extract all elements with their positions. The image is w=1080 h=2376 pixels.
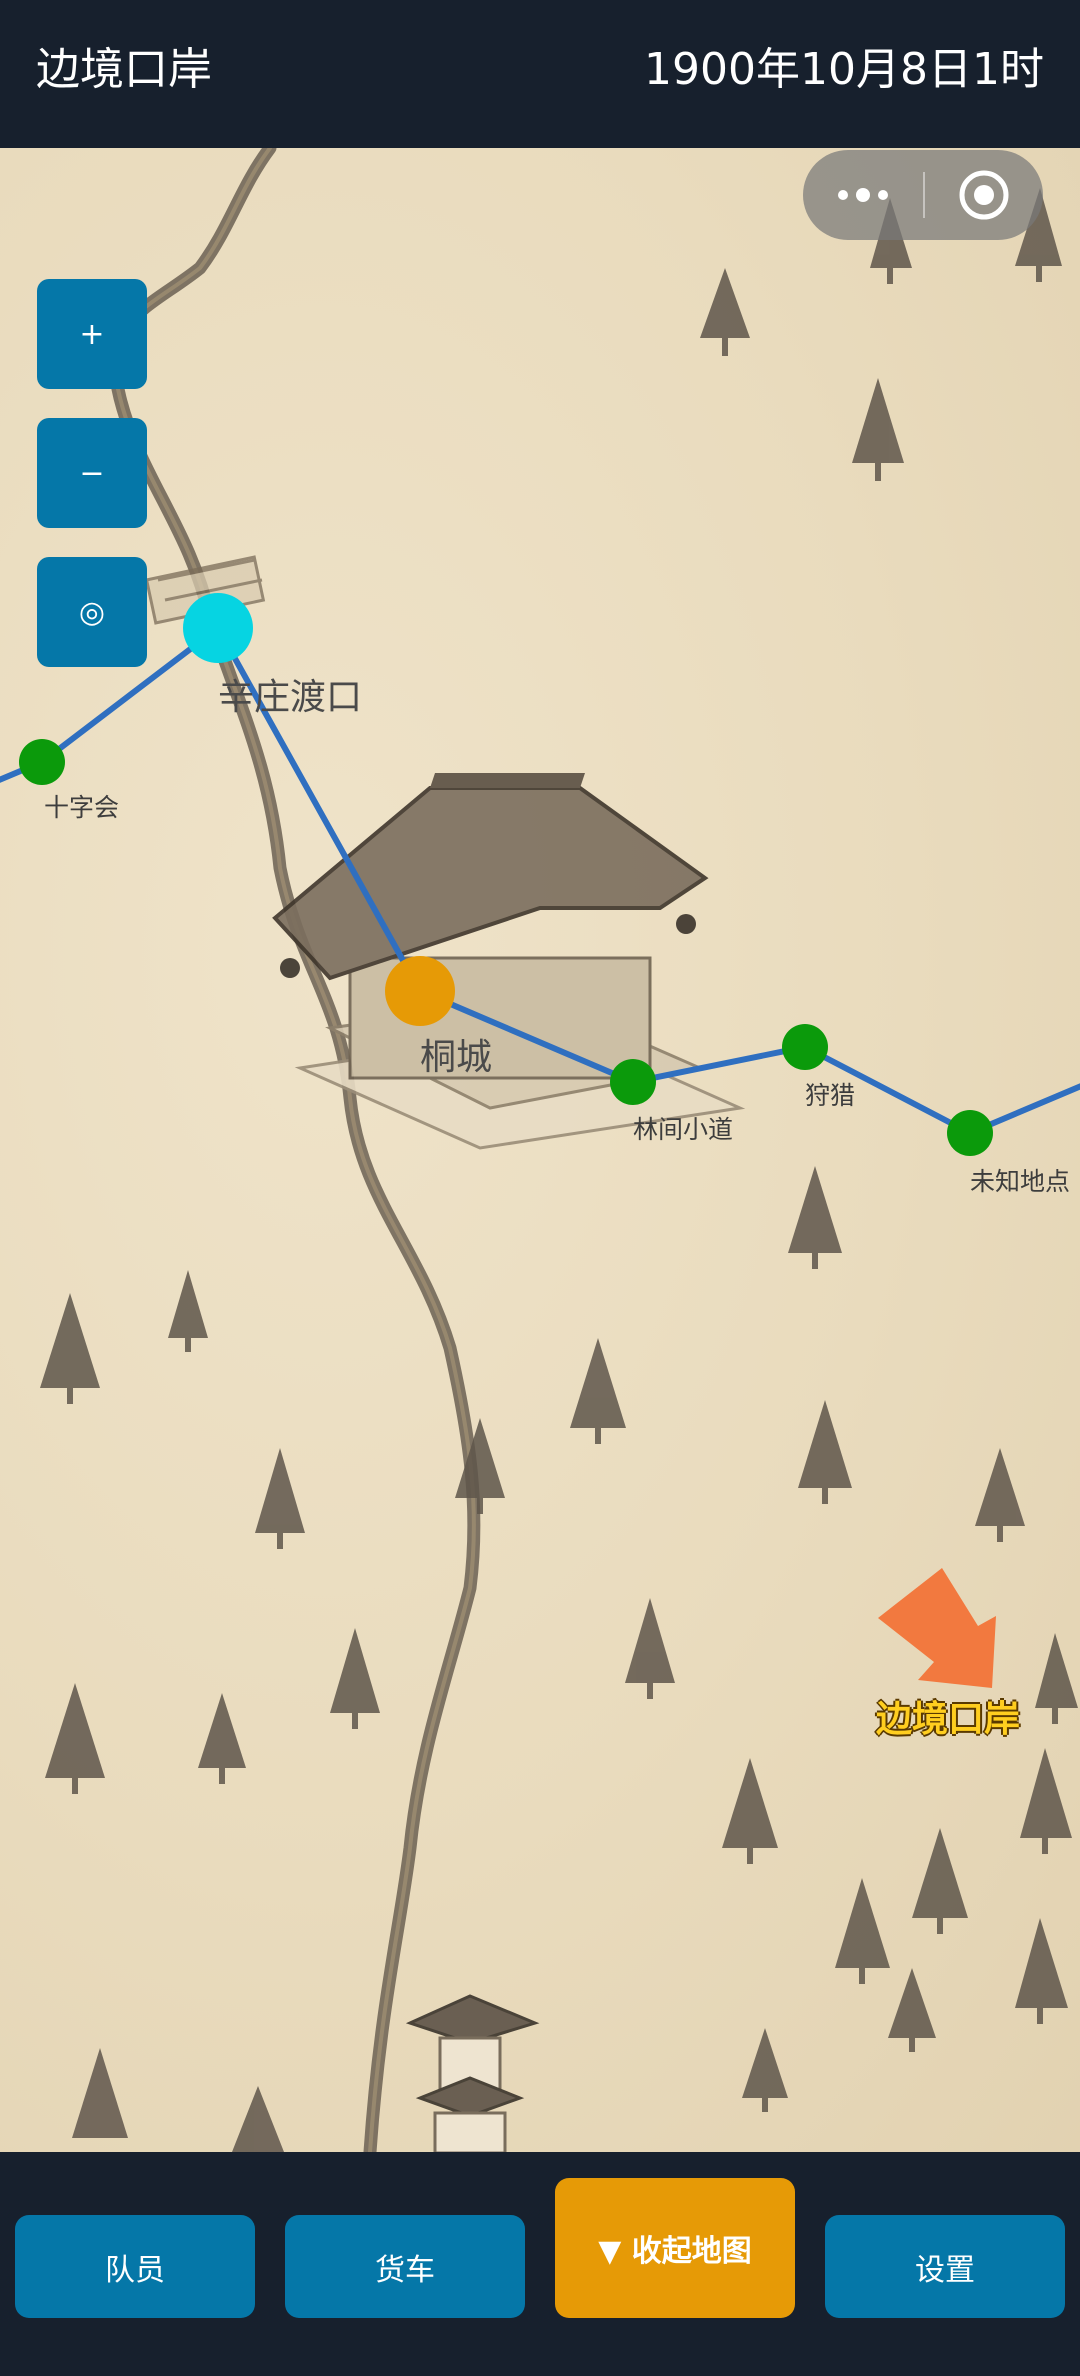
top-bar: 边境口岸 1900年10月8日1时 bbox=[0, 0, 1080, 148]
node-xinzhuang-ferry bbox=[183, 593, 253, 663]
truck-button[interactable]: 货车 bbox=[285, 2215, 525, 2318]
zoom-out-button[interactable]: − bbox=[37, 418, 147, 528]
river-icon bbox=[109, 148, 481, 2152]
game-screen: 边境口岸 1900年10月8日1时 辛庄渡口 十字会 桐城 林间小道 狩猎 未知… bbox=[0, 0, 1080, 2376]
map-artwork bbox=[0, 148, 1080, 2152]
node-forest-path bbox=[610, 1059, 656, 1105]
world-map[interactable]: 辛庄渡口 十字会 桐城 林间小道 狩猎 未知地点 边境口岸 bbox=[0, 148, 1080, 2152]
node-hunting bbox=[782, 1024, 828, 1070]
pagoda-icon bbox=[405, 1994, 540, 2152]
zoom-in-button[interactable]: + bbox=[37, 279, 147, 389]
node-unknown bbox=[947, 1110, 993, 1156]
miniprogram-capsule bbox=[803, 150, 1043, 240]
team-button[interactable]: 队员 bbox=[15, 2215, 255, 2318]
more-dots-icon[interactable] bbox=[803, 150, 923, 240]
destination-label[interactable]: 边境口岸 bbox=[876, 1690, 1020, 1742]
game-datetime: 1900年10月8日1时 bbox=[644, 44, 1044, 95]
settings-button[interactable]: 设置 bbox=[825, 2215, 1065, 2318]
target-circle-icon[interactable] bbox=[925, 150, 1043, 240]
location-title: 边境口岸 bbox=[36, 44, 212, 95]
node-tongcheng bbox=[385, 956, 455, 1026]
node-label-unknown[interactable]: 未知地点 bbox=[970, 1162, 1070, 1198]
destination-arrow-icon bbox=[878, 1568, 996, 1688]
node-label-shizihui[interactable]: 十字会 bbox=[44, 788, 119, 824]
forest-trees bbox=[40, 188, 1078, 2152]
node-shizihui bbox=[19, 739, 65, 785]
collapse-map-button[interactable]: ▼ 收起地图 bbox=[555, 2178, 795, 2318]
node-label-forest-path[interactable]: 林间小道 bbox=[633, 1110, 733, 1146]
node-label-xinzhuang-ferry[interactable]: 辛庄渡口 bbox=[218, 668, 362, 720]
locate-button[interactable]: ◎ bbox=[37, 557, 147, 667]
node-label-hunting[interactable]: 狩猎 bbox=[805, 1076, 855, 1112]
node-label-tongcheng[interactable]: 桐城 bbox=[420, 1028, 492, 1080]
